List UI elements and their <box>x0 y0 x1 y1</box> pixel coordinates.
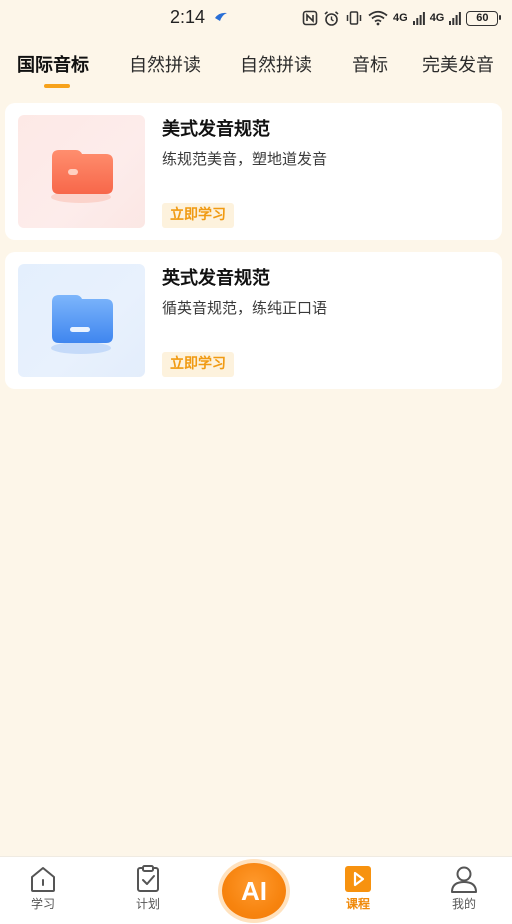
status-icons: 4G 4G 60 <box>302 8 502 28</box>
battery-indicator: 60 <box>466 10 502 26</box>
vibrate-icon <box>346 11 362 25</box>
course-thumbnail <box>18 264 145 377</box>
nav-label-study: 学习 <box>30 897 55 911</box>
nav-label-courses: 课程 <box>345 897 370 911</box>
alarm-icon <box>324 10 339 26</box>
course-thumbnail <box>18 115 145 228</box>
start-learning-button[interactable]: 立即学习 <box>162 203 234 228</box>
ai-button[interactable]: AI <box>222 863 286 919</box>
tab-phonetic-symbols[interactable]: 音标 <box>352 51 388 77</box>
start-learning-button[interactable]: 立即学习 <box>162 352 234 377</box>
course-card-american[interactable]: 美式发音规范 练规范美音，塑地道发音 立即学习 <box>5 103 502 240</box>
course-title: 英式发音规范 <box>162 268 270 289</box>
nav-label-plan: 计划 <box>135 897 160 911</box>
tab-international-phonetics[interactable]: 国际音标 <box>17 51 89 77</box>
nav-item-profile[interactable]: 我的 <box>434 865 494 912</box>
category-tabs: 国际音标 自然拼读 自然拼读 音标 完美发音 <box>0 44 512 94</box>
active-tab-indicator <box>44 84 70 88</box>
tab-phonics-2[interactable]: 自然拼读 <box>240 51 312 77</box>
course-card-british[interactable]: 英式发音规范 循英音规范，练纯正口语 立即学习 <box>5 252 502 389</box>
nav-label-profile: 我的 <box>451 897 476 911</box>
blue-folder-icon <box>51 295 113 354</box>
status-time: 2:14 <box>170 7 206 27</box>
clipboard-check-icon <box>137 865 159 892</box>
user-icon <box>451 866 477 893</box>
tab-perfect-pronunciation[interactable]: 完美发音 <box>422 51 494 77</box>
network-label-1: 4G <box>393 12 408 24</box>
bottom-navigation: 学习 计划 AI 课程 我的 <box>0 856 512 924</box>
network-label-2: 4G <box>429 12 445 24</box>
app-notification-icon <box>215 12 227 21</box>
course-description: 练规范美音，塑地道发音 <box>162 150 328 168</box>
nav-item-plan[interactable]: 计划 <box>118 865 178 912</box>
nav-item-courses[interactable]: 课程 <box>328 865 388 912</box>
red-folder-icon <box>51 150 113 203</box>
nfc-icon <box>302 10 318 26</box>
home-icon <box>31 867 55 892</box>
play-icon <box>345 866 371 892</box>
nav-item-study[interactable]: 学习 <box>13 865 73 912</box>
signal-icon-2 <box>449 12 462 25</box>
signal-icon-1 <box>412 12 425 25</box>
tab-phonics-1[interactable]: 自然拼读 <box>129 51 201 77</box>
wifi-icon <box>368 10 388 26</box>
course-description: 循英音规范，练纯正口语 <box>162 299 328 317</box>
course-title: 美式发音规范 <box>162 119 270 140</box>
status-bar: 2:14 4G 4G 60 <box>0 0 512 36</box>
